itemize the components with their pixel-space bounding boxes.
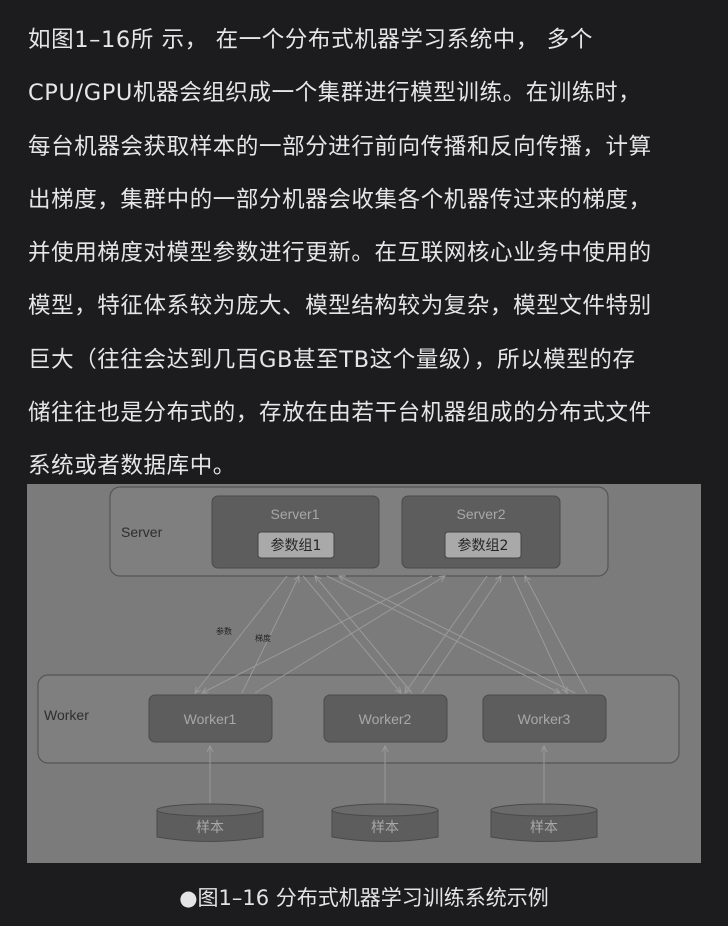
paragraph-line: 并使用梯度对模型参数进行更新。在互联网核心业务中使用的 <box>28 240 652 267</box>
worker-name: Worker3 <box>518 711 571 727</box>
worker-group-label: Worker <box>44 707 89 723</box>
sample-label: 样本 <box>530 820 558 836</box>
worker-name: Worker1 <box>184 711 237 727</box>
server-node: Server1 参数组1 <box>211 495 380 569</box>
param-group-label: 参数组1 <box>271 537 322 554</box>
paragraph-line: 储往往也是分布式的，存放在由若干台机器组成的分布式文件 <box>28 400 652 427</box>
worker-name: Worker2 <box>359 711 412 727</box>
architecture-figure: Server Server1 参数组1 Server2 参数组2 Worker … <box>27 484 701 863</box>
server-name: Server1 <box>270 506 319 522</box>
server-node: Server2 参数组2 <box>401 495 561 569</box>
worker-node: Worker2 <box>323 694 448 743</box>
caption-text: 图1–16 分布式机器学习训练系统示例 <box>197 886 549 910</box>
architecture-diagram: Server Server1 参数组1 Server2 参数组2 Worker … <box>37 486 680 842</box>
paragraph-line: 如图1–16所 示， 在一个分布式机器学习系统中， 多个 <box>28 27 593 53</box>
param-group-label: 参数组2 <box>458 537 509 554</box>
paragraph-line: 巨大（往往会达到几百GB甚至TB这个量级），所以模型的存 <box>28 346 636 373</box>
worker-node: Worker1 <box>148 694 273 743</box>
paragraph-line: CPU/GPU机器会组织成一个集群进行模型训练。在训练时， <box>28 80 642 107</box>
server-group-label: Server <box>121 524 163 540</box>
figure-caption: ●图1–16 分布式机器学习训练系统示例 <box>0 882 728 912</box>
sample-label: 样本 <box>371 820 399 836</box>
paragraph-line: 模型，特征体系较为庞大、模型结构较为复杂，模型文件特别 <box>28 293 652 320</box>
arrow-label-params: 参数 <box>216 626 232 636</box>
paragraph-line: 每台机器会获取样本的一部分进行前向传播和反向传播，计算 <box>28 133 652 160</box>
sample-database: 样本 <box>156 803 264 842</box>
worker-node: Worker3 <box>482 694 607 743</box>
sample-database: 样本 <box>331 803 439 842</box>
paragraph-line: 出梯度，集群中的一部分机器会收集各个机器传过来的梯度， <box>28 186 652 213</box>
caption-bullet: ● <box>179 886 198 910</box>
sample-label: 样本 <box>196 820 224 836</box>
server-name: Server2 <box>456 506 505 522</box>
arrow-label-gradient: 梯度 <box>255 633 271 643</box>
article-paragraph: 如图1–16所 示， 在一个分布式机器学习系统中， 多个 CPU/GPU机器会组… <box>28 14 704 494</box>
sample-database: 样本 <box>490 803 598 842</box>
